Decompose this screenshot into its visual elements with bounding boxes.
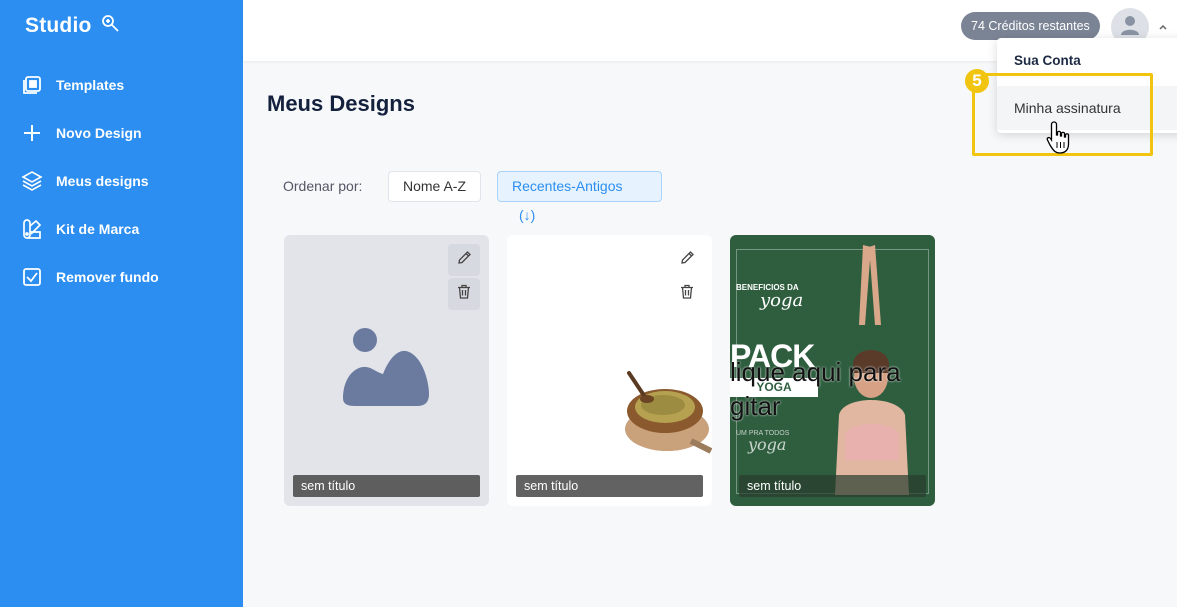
edit-button[interactable] — [448, 244, 480, 276]
wand-icon — [100, 13, 120, 38]
card-caption: sem título — [516, 475, 703, 497]
sort-recent-label: Recentes-Antigos — [512, 178, 623, 194]
sort-label: Ordenar por: — [283, 178, 363, 194]
chevron-up-icon[interactable] — [1157, 20, 1169, 32]
credits-badge[interactable]: 74 Créditos restantes — [961, 12, 1100, 40]
design-card[interactable]: sem título — [507, 235, 712, 506]
sidebar-item-templates[interactable]: Templates — [0, 61, 243, 109]
remove-background-icon — [21, 266, 43, 288]
trash-icon — [680, 284, 694, 304]
design-card[interactable]: BENEFICIOS DA yoga PACK YOGA lique aqui … — [730, 235, 935, 506]
pencil-icon — [457, 250, 472, 270]
delete-button[interactable] — [671, 278, 703, 310]
user-icon — [1119, 14, 1141, 41]
sidebar-item-novo-design[interactable]: Novo Design — [0, 109, 243, 157]
logo[interactable]: Studio — [25, 13, 120, 38]
trash-icon — [457, 284, 471, 304]
overlay-text: lique aqui para gitar — [730, 355, 901, 423]
sort-name-a-z-button[interactable]: Nome A-Z — [388, 171, 481, 202]
spice-bowl-image — [621, 371, 712, 460]
sidebar-item-label: Templates — [56, 77, 125, 93]
edit-button[interactable] — [671, 244, 703, 276]
hand-cursor-icon — [1045, 120, 1073, 161]
card-tools — [448, 244, 480, 312]
image-placeholder-icon — [343, 328, 431, 421]
overlay-text-line-2: gitar — [730, 391, 781, 421]
sidebar-item-label: Novo Design — [56, 125, 142, 141]
delete-button[interactable] — [448, 278, 480, 310]
sidebar-item-kit-de-marca[interactable]: Kit de Marca — [0, 205, 243, 253]
account-menu-header: Sua Conta — [1014, 53, 1081, 68]
yoga-script-text-2: yoga — [748, 435, 787, 454]
overlay-text-line-1: lique aqui para — [730, 357, 901, 387]
page-title: Meus Designs — [267, 91, 415, 116]
sidebar-item-remover-fundo[interactable]: Remover fundo — [0, 253, 243, 301]
sidebar-nav: Templates Novo Design Meus designs Kit d… — [0, 61, 243, 301]
card-tools — [671, 244, 703, 312]
card-caption: sem título — [739, 475, 926, 497]
design-card[interactable]: sem título — [284, 235, 489, 506]
yoga-script-text: yoga — [760, 290, 804, 311]
sidebar-item-label: Kit de Marca — [56, 221, 140, 237]
templates-icon — [21, 74, 43, 96]
sidebar-item-meus-designs[interactable]: Meus designs — [0, 157, 243, 205]
pencil-icon — [680, 250, 695, 270]
sidebar-item-label: Remover fundo — [56, 269, 159, 285]
plus-icon — [21, 122, 43, 144]
sidebar: Studio Templates Novo Design Meus design… — [0, 0, 243, 607]
app-name: Studio — [25, 13, 92, 37]
sidebar-item-label: Meus designs — [56, 173, 149, 189]
sort-recent-button[interactable]: Recentes-Antigos (↓) — [497, 171, 662, 223]
brand-kit-icon — [21, 218, 43, 240]
sort-direction-icon: (↓) — [519, 207, 536, 223]
layers-icon — [21, 170, 43, 192]
tutorial-step-badge: 5 — [965, 69, 989, 93]
card-caption: sem título — [293, 475, 480, 497]
